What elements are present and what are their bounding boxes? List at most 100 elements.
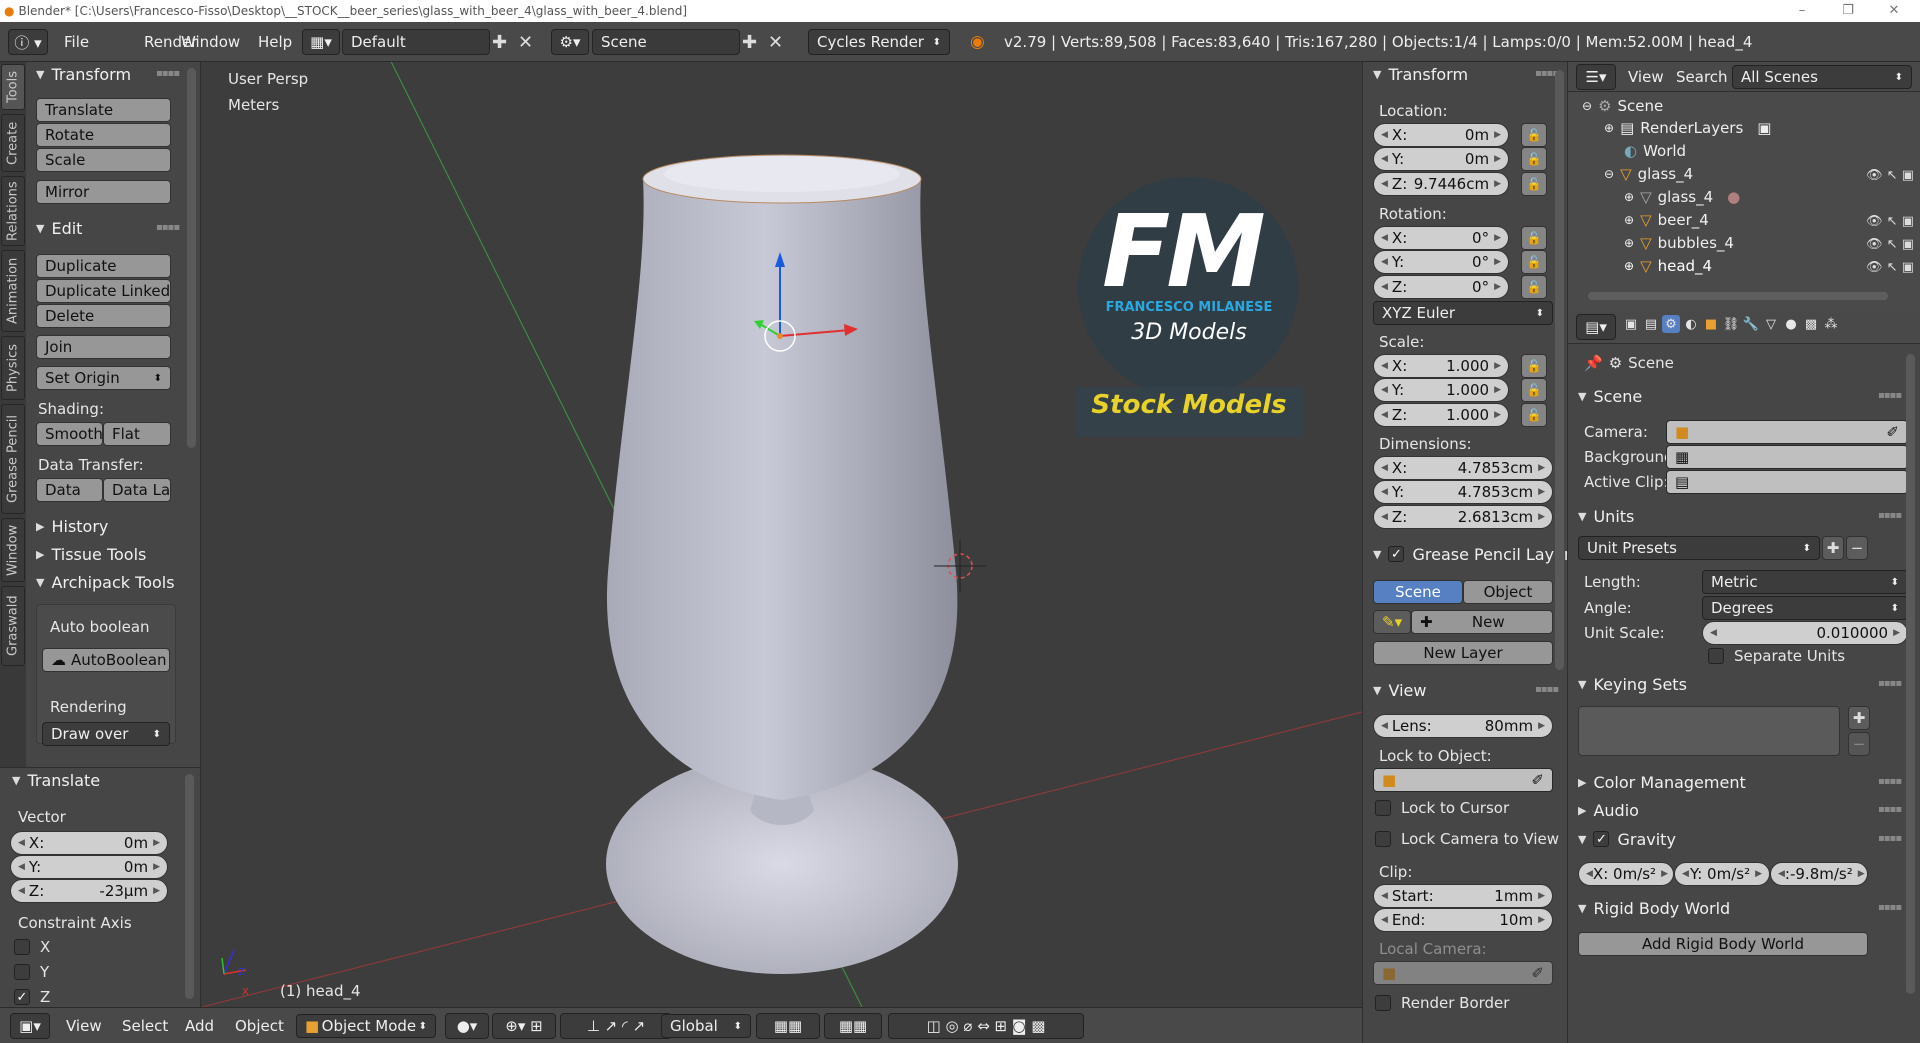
- location-y-field[interactable]: ◀ Y: 0m ▶: [1373, 147, 1509, 171]
- tab-graswald[interactable]: Graswald: [1, 586, 25, 666]
- material-tab-icon[interactable]: ●: [1782, 315, 1800, 333]
- lock-scale-y-icon[interactable]: 🔓: [1521, 378, 1547, 402]
- add-layout-icon[interactable]: ✚: [492, 32, 507, 53]
- gp-object-button[interactable]: Object: [1463, 580, 1553, 604]
- duplicate-button[interactable]: Duplicate: [36, 254, 171, 278]
- drag-grip-icon[interactable]: ▪▪▪▪: [1878, 833, 1902, 844]
- gravity-y-field[interactable]: ◀ Y: 0m/s² ▶: [1674, 862, 1770, 886]
- active-clip-field[interactable]: ▤: [1666, 470, 1908, 494]
- lock-rotation-z-icon[interactable]: 🔓: [1521, 275, 1547, 299]
- camera-field[interactable]: ■ ✐: [1666, 420, 1908, 444]
- scene-icon[interactable]: ⚙▾: [551, 29, 589, 55]
- pivot-point-icon[interactable]: ⊕▾ ⊞: [492, 1013, 556, 1039]
- rotate-button[interactable]: Rotate: [36, 123, 171, 147]
- menu-add[interactable]: Add: [185, 1008, 214, 1043]
- tab-tools[interactable]: Tools: [1, 64, 25, 110]
- lock-rotation-x-icon[interactable]: 🔓: [1521, 226, 1547, 250]
- mirror-button[interactable]: Mirror: [36, 180, 171, 204]
- archipack-tools-header[interactable]: ▼ Archipack Tools: [36, 570, 175, 594]
- lock-location-z-icon[interactable]: 🔓: [1521, 172, 1547, 196]
- outliner-row-head4[interactable]: ⊕ ▽ head_4: [1624, 255, 1712, 277]
- autoboolean-button[interactable]: ☁ AutoBoolean: [42, 648, 170, 672]
- drag-grip-icon[interactable]: ▪▪▪▪: [1878, 776, 1902, 787]
- constraints-tab-icon[interactable]: ⛓: [1722, 315, 1740, 333]
- units-panel-header[interactable]: ▼ Units: [1578, 504, 1634, 528]
- render-engine-selector[interactable]: Cycles Render ⬍: [808, 29, 950, 55]
- menu-file[interactable]: File: [64, 22, 89, 62]
- remove-keying-set-icon[interactable]: −: [1848, 732, 1870, 756]
- translate-button[interactable]: Translate: [36, 98, 171, 122]
- layer-grid-right[interactable]: ▦▦: [824, 1013, 882, 1039]
- dimension-x-field[interactable]: ◀ X: 4.7853cm ▶: [1373, 456, 1553, 480]
- vector-x-field[interactable]: ◀ X: 0m ▶: [10, 831, 168, 855]
- render-border-checkbox[interactable]: [1375, 995, 1391, 1011]
- drag-grip-icon[interactable]: ▪▪▪▪: [1878, 902, 1902, 913]
- manipulator-icons[interactable]: ⊥ ↗ ◜ ↗: [560, 1013, 672, 1039]
- drag-grip-icon[interactable]: ▪▪▪▪: [1878, 390, 1902, 401]
- length-selector[interactable]: Metric ⬍: [1702, 570, 1908, 594]
- menu-select[interactable]: Select: [122, 1008, 168, 1043]
- location-x-field[interactable]: ◀ X: 0m ▶: [1373, 123, 1509, 147]
- dimension-y-field[interactable]: ◀ Y: 4.7853cm ▶: [1373, 480, 1553, 504]
- tab-create[interactable]: Create: [1, 114, 25, 172]
- drag-grip-icon[interactable]: ▪▪▪▪: [156, 68, 180, 79]
- minimize-button[interactable]: –: [1780, 0, 1824, 22]
- maximize-button[interactable]: ❐: [1826, 0, 1870, 22]
- lock-rotation-y-icon[interactable]: 🔓: [1521, 250, 1547, 274]
- layers-tab-icon[interactable]: ▤: [1642, 315, 1660, 333]
- location-z-field[interactable]: ◀ Z: 9.7446cm ▶: [1373, 172, 1509, 196]
- delete-button[interactable]: Delete: [36, 304, 171, 328]
- outliner-row-glass4-empty[interactable]: ⊖ ▽ glass_4: [1604, 163, 1693, 185]
- clip-end-field[interactable]: ◀ End: 10m ▶: [1373, 908, 1553, 932]
- rotation-x-field[interactable]: ◀ X: 0° ▶: [1373, 226, 1509, 250]
- operator-scrollbar[interactable]: [185, 774, 194, 999]
- tab-animation[interactable]: Animation: [1, 250, 25, 332]
- close-button[interactable]: ✕: [1872, 0, 1916, 22]
- rotation-z-field[interactable]: ◀ Z: 0° ▶: [1373, 275, 1509, 299]
- gravity-header[interactable]: ▼ ✓ Gravity: [1578, 827, 1676, 851]
- smooth-button[interactable]: Smooth: [36, 422, 103, 446]
- tab-physics[interactable]: Physics: [1, 336, 25, 400]
- n-transform-header[interactable]: ▼ Transform: [1373, 62, 1468, 86]
- editor-type-info-icon[interactable]: ⓘ ▾: [8, 29, 48, 55]
- 3d-viewport[interactable]: User Persp Meters FM FRANCESCO MILANESE …: [202, 62, 1362, 1007]
- history-panel-header[interactable]: ▶ History: [36, 514, 108, 538]
- clip-start-field[interactable]: ◀ Start: 1mm ▶: [1373, 884, 1553, 908]
- outliner-row-renderlayers[interactable]: ⊕ ▤ RenderLayers ▣: [1604, 117, 1771, 139]
- menu-help[interactable]: Help: [258, 22, 292, 62]
- beer-glass-model[interactable]: [606, 154, 958, 974]
- scene-tab-icon[interactable]: ⚙: [1662, 315, 1680, 333]
- scale-button[interactable]: Scale: [36, 148, 171, 172]
- constraint-y-checkbox[interactable]: [14, 964, 30, 980]
- particles-tab-icon[interactable]: ⁂: [1822, 315, 1840, 333]
- remove-preset-icon[interactable]: −: [1846, 536, 1868, 560]
- layout-grid-icon[interactable]: ▦▾: [302, 29, 340, 55]
- scene-selector[interactable]: Scene: [592, 29, 740, 55]
- outliner-editor-icon[interactable]: ☰▾: [1576, 64, 1616, 90]
- outliner-filter-selector[interactable]: All Scenes ⬍: [1732, 65, 1912, 89]
- scale-y-field[interactable]: ◀ Y: 1.000 ▶: [1373, 378, 1509, 402]
- scale-x-field[interactable]: ◀ X: 1.000 ▶: [1373, 354, 1509, 378]
- data-button[interactable]: Data: [36, 478, 103, 502]
- background-field[interactable]: ▦: [1666, 445, 1908, 469]
- world-tab-icon[interactable]: ◐: [1682, 315, 1700, 333]
- gp-new-button[interactable]: ✚ New: [1411, 610, 1553, 634]
- sidebar-scrollbar[interactable]: [1555, 70, 1564, 670]
- gravity-z-field[interactable]: ◀:-9.8m/s² ▶: [1770, 862, 1868, 886]
- vector-z-field[interactable]: ◀ Z: -23µm ▶: [10, 879, 168, 903]
- scale-z-field[interactable]: ◀ Z: 1.000 ▶: [1373, 403, 1509, 427]
- add-keying-set-icon[interactable]: ✚: [1848, 706, 1870, 730]
- outliner-menu-search[interactable]: Search: [1676, 62, 1728, 92]
- flat-button[interactable]: Flat: [103, 422, 171, 446]
- lock-to-cursor-checkbox[interactable]: [1375, 800, 1391, 816]
- transform-panel-header[interactable]: ▼ Transform: [36, 62, 131, 86]
- outliner-row-world[interactable]: ◐ World: [1624, 140, 1686, 162]
- rigid-body-world-header[interactable]: ▼ Rigid Body World: [1578, 896, 1730, 920]
- remove-scene-icon[interactable]: ✕: [768, 32, 783, 53]
- properties-scrollbar[interactable]: [1906, 354, 1915, 994]
- layout-selector[interactable]: Default: [342, 29, 490, 55]
- drag-grip-icon[interactable]: ▪▪▪▪: [156, 222, 180, 233]
- lock-scale-z-icon[interactable]: 🔓: [1521, 403, 1547, 427]
- add-scene-icon[interactable]: ✚: [742, 32, 757, 53]
- dimension-z-field[interactable]: ◀ Z: 2.6813cm ▶: [1373, 505, 1553, 529]
